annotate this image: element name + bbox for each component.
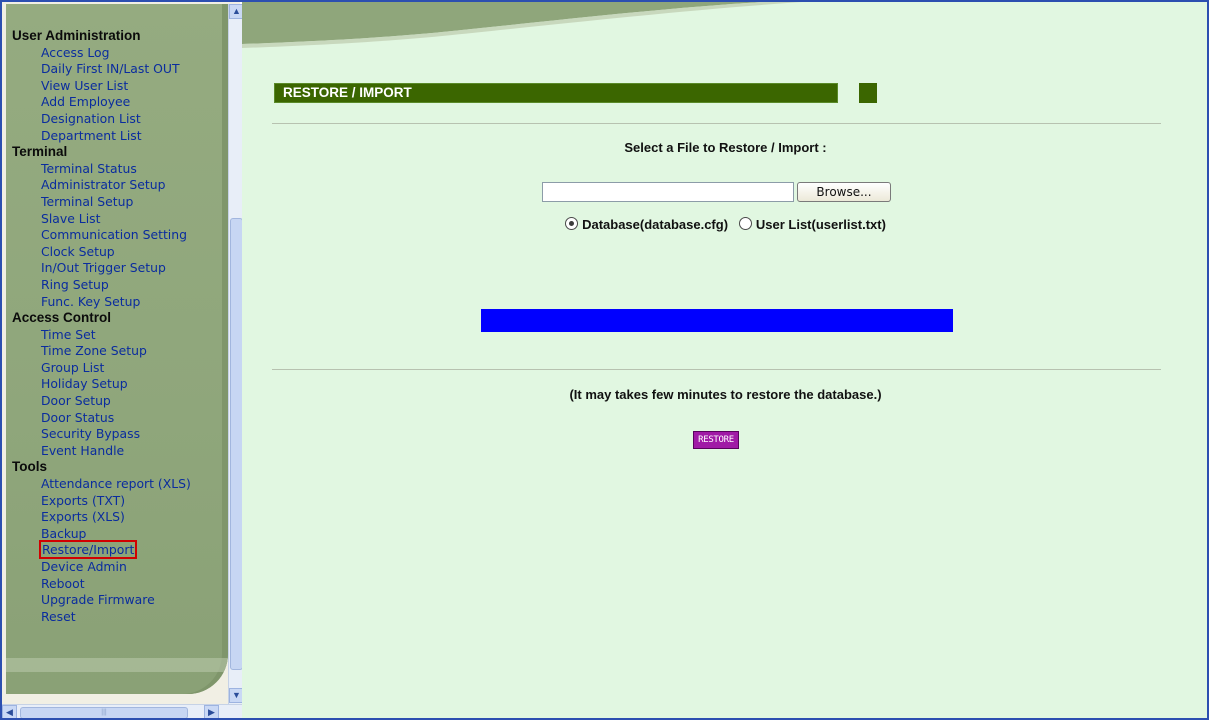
sidebar-item-administrator-setup[interactable]: Administrator Setup (12, 177, 228, 194)
sidebar-item-designation-list[interactable]: Designation List (12, 111, 228, 128)
divider-top (272, 123, 1161, 124)
sidebar-item-label: Exports (XLS) (41, 509, 125, 525)
sidebar-item-label: Event Handle (41, 442, 125, 458)
sidebar-item-clock-setup[interactable]: Clock Setup (12, 244, 228, 261)
sidebar-item-department-list[interactable]: Department List (12, 128, 228, 145)
sidebar-item-access-log[interactable]: Access Log (12, 45, 228, 62)
sidebar-section-title: User Administration (12, 28, 141, 43)
progress-bar (481, 309, 953, 332)
sidebar-item-event-handle[interactable]: Event Handle (12, 443, 228, 460)
sidebar-item-func-key-setup[interactable]: Func. Key Setup (12, 294, 228, 311)
sidebar-item-label: Time Set (41, 326, 96, 342)
sidebar-footer-band (6, 658, 228, 672)
sidebar-section-title: Access Control (12, 310, 112, 326)
sidebar-item-holiday-setup[interactable]: Holiday Setup (12, 376, 228, 393)
page-title: RESTORE / IMPORT (274, 83, 838, 103)
sidebar-item-exports-xls[interactable]: Exports (XLS) (12, 509, 228, 526)
sidebar-item-label: Access Log (41, 44, 110, 60)
sidebar-item-group-list[interactable]: Group List (12, 360, 228, 377)
sidebar-item-label: Clock Setup (41, 243, 115, 259)
sidebar-item-daily-first-in-last-out[interactable]: Daily First IN/Last OUT (12, 61, 228, 78)
sidebar-item-door-setup[interactable]: Door Setup (12, 393, 228, 410)
sidebar-item-label: Terminal Status (41, 160, 137, 176)
sidebar-item-terminal-setup[interactable]: Terminal Setup (12, 194, 228, 211)
sidebar-item-in-out-trigger-setup[interactable]: In/Out Trigger Setup (12, 260, 228, 277)
sidebar-menu: User Administration Access Log Daily First… (12, 28, 228, 625)
radio-user-list[interactable] (738, 217, 752, 230)
sidebar-item-time-zone-setup[interactable]: Time Zone Setup (12, 343, 228, 360)
sidebar-item-communication-setting[interactable]: Communication Setting (12, 227, 228, 244)
sidebar-item-label: Security Bypass (41, 426, 141, 442)
sidebar-item-exports-txt[interactable]: Exports (TXT) (12, 493, 228, 510)
scroll-left-arrow-icon[interactable]: ◀ (2, 705, 17, 718)
sidebar-item-label: Exports (TXT) (41, 492, 126, 508)
sidebar-item-label: Upgrade Firmware (41, 592, 155, 608)
browse-button[interactable]: Browse... (797, 182, 891, 202)
sidebar-item-restore-import[interactable]: Restore/Import (12, 540, 228, 560)
sidebar-horizontal-scrollbar[interactable]: ◀ ||| ▶ (2, 704, 242, 718)
sidebar-item-label: Reboot (41, 575, 85, 591)
sidebar-item-device-admin[interactable]: Device Admin (12, 559, 228, 576)
sidebar-item-label: Slave List (41, 210, 101, 226)
horizontal-scroll-thumb[interactable]: ||| (20, 707, 188, 718)
sidebar-item-label: Designation List (41, 110, 141, 126)
sidebar-item-door-status[interactable]: Door Status (12, 410, 228, 427)
restore-button[interactable]: RESTORE (693, 431, 739, 449)
sidebar-item-backup[interactable]: Backup (12, 526, 228, 543)
file-path-input[interactable] (542, 182, 794, 202)
sidebar-item-label: View User List (41, 77, 129, 93)
title-decoration-square (859, 83, 877, 103)
sidebar-pane: User Administration Access Log Daily First… (2, 2, 245, 718)
scroll-right-arrow-icon[interactable]: ▶ (204, 705, 219, 718)
sidebar-item-label: Device Admin (41, 559, 127, 574)
sidebar-item-label: Backup (41, 525, 87, 541)
sidebar-item-terminal-status[interactable]: Terminal Status (12, 161, 228, 178)
sidebar-section-title: Terminal (12, 144, 68, 160)
sidebar-item-view-user-list[interactable]: View User List (12, 78, 228, 95)
sidebar-item-label: Door Status (41, 409, 115, 425)
sidebar-section-title: Tools (12, 459, 47, 475)
sidebar: User Administration Access Log Daily First… (6, 4, 228, 694)
restore-note: (It may takes few minutes to restore the… (569, 387, 882, 402)
main-content: RESTORE / IMPORT Select a File to Restor… (242, 2, 1207, 718)
sidebar-item-label: Department List (41, 127, 142, 143)
sidebar-item-label: Time Zone Setup (41, 343, 147, 359)
radio-user-list-label: User List(userlist.txt) (755, 217, 886, 232)
sidebar-item-label: Communication Setting (41, 227, 187, 243)
sidebar-item-add-employee[interactable]: Add Employee (12, 94, 228, 111)
sidebar-item-time-set[interactable]: Time Set (12, 327, 228, 344)
file-type-radio-group: Database(database.cfg) User List(userlis… (242, 217, 1207, 232)
header-swoosh-decoration (242, 2, 802, 48)
sidebar-item-label: Administrator Setup (41, 177, 166, 193)
sidebar-item-ring-setup[interactable]: Ring Setup (12, 277, 228, 294)
sidebar-item-label: Door Setup (41, 393, 111, 409)
sidebar-item-label: Daily First IN/Last OUT (41, 61, 180, 77)
sidebar-item-label: In/Out Trigger Setup (41, 260, 166, 276)
sidebar-item-label: Restore/Import (38, 540, 138, 560)
browser-frame: User Administration Access Log Daily First… (0, 0, 1209, 720)
sidebar-item-label: Terminal Setup (41, 193, 134, 209)
sidebar-item-attendance-report-xls[interactable]: Attendance report (XLS) (12, 476, 228, 493)
select-file-label: Select a File to Restore / Import : (624, 140, 827, 155)
radio-database-label: Database(database.cfg) (582, 217, 729, 232)
sidebar-item-label: Attendance report (XLS) (41, 476, 191, 492)
sidebar-item-reboot[interactable]: Reboot (12, 576, 228, 593)
sidebar-item-label: Ring Setup (41, 276, 109, 292)
radio-database[interactable] (565, 217, 579, 230)
sidebar-item-label: Reset (41, 608, 76, 624)
sidebar-item-label: Group List (41, 359, 105, 375)
sidebar-item-label: Add Employee (41, 94, 131, 110)
divider-bottom (272, 369, 1161, 370)
sidebar-item-slave-list[interactable]: Slave List (12, 211, 228, 228)
sidebar-item-label: Holiday Setup (41, 376, 128, 392)
sidebar-item-reset[interactable]: Reset (12, 609, 228, 626)
sidebar-item-upgrade-firmware[interactable]: Upgrade Firmware (12, 592, 228, 609)
sidebar-item-security-bypass[interactable]: Security Bypass (12, 426, 228, 443)
sidebar-item-label: Func. Key Setup (41, 293, 141, 309)
